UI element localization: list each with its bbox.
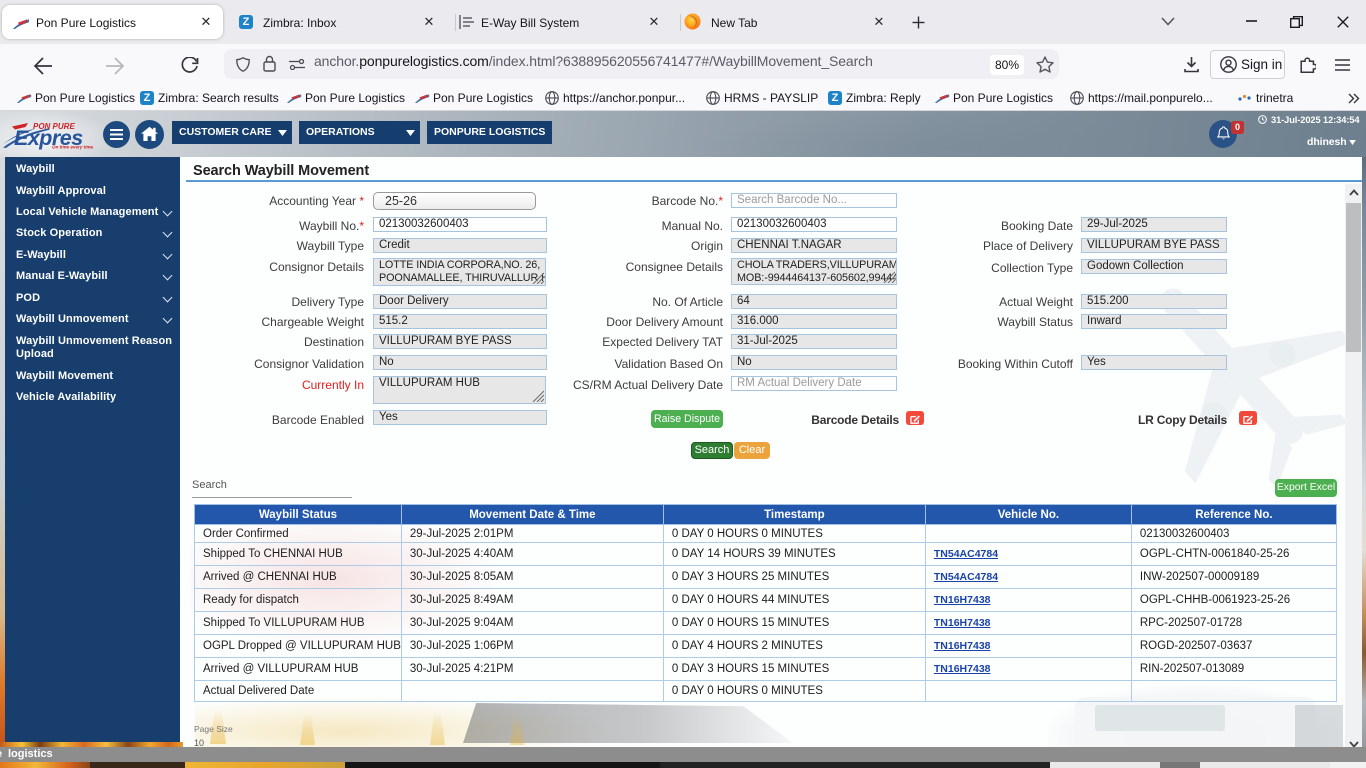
svg-text:On time every time: On time every time [52,145,94,150]
